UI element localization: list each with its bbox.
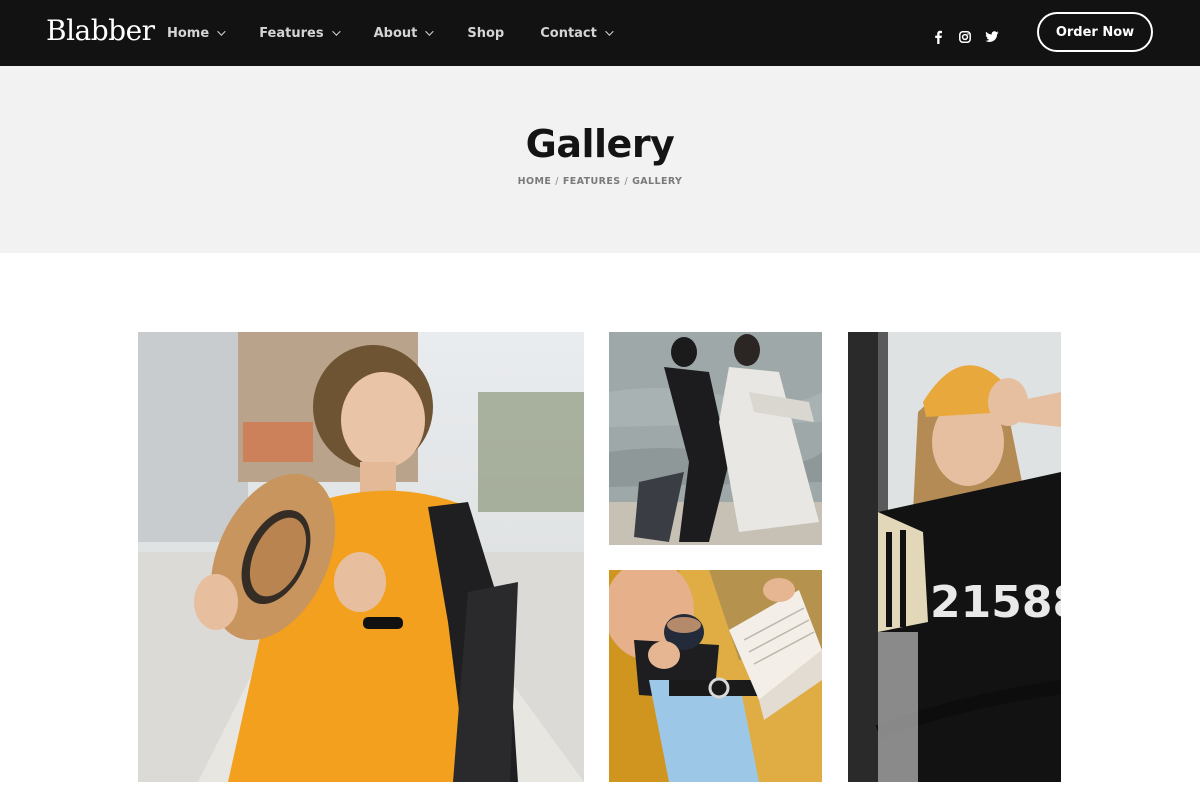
gallery-photo-reading-with-coffee[interactable] [609, 570, 822, 782]
gallery-photo-two-women-beach[interactable] [609, 332, 822, 545]
main-nav: Home Features About Shop Contact [167, 0, 647, 66]
nav-item-features[interactable]: Features [259, 25, 341, 41]
breadcrumb-current: GALLERY [632, 176, 683, 187]
chevron-down-icon [217, 27, 226, 36]
nav-item-label: Features [259, 25, 324, 41]
breadcrumb-separator: / [555, 176, 559, 187]
nav-item-contact[interactable]: Contact [540, 25, 614, 41]
nav-item-label: Shop [467, 25, 505, 41]
instagram-icon[interactable] [956, 28, 974, 46]
nav-item-label: Home [167, 25, 210, 41]
breadcrumb-separator: / [624, 176, 629, 187]
nav-item-about[interactable]: About [373, 25, 435, 41]
breadcrumb-home-link[interactable]: HOME [518, 176, 552, 187]
page-title-section: Gallery HOME / FEATURES / GALLERY [0, 66, 1200, 253]
top-navigation-bar: Blabber Home Features About Shop Contact… [0, 0, 1200, 66]
nav-item-label: About [373, 25, 418, 41]
chevron-down-icon [425, 27, 435, 36]
order-now-button[interactable]: Order Now [1037, 12, 1153, 52]
facebook-icon[interactable] [929, 28, 947, 46]
gallery-photo-woman-with-beanie[interactable]: 215881 [848, 332, 1061, 782]
nav-item-home[interactable]: Home [167, 25, 226, 41]
svg-text:215881: 215881 [930, 577, 1061, 628]
breadcrumb: HOME / FEATURES / GALLERY [0, 176, 1200, 187]
page-title: Gallery [525, 122, 675, 166]
nav-item-label: Contact [540, 25, 597, 41]
site-logo[interactable]: Blabber [46, 14, 155, 48]
gallery-photo-woman-with-hat[interactable] [138, 332, 584, 782]
chevron-down-icon [331, 27, 341, 36]
breadcrumb-features-link[interactable]: FEATURES [563, 176, 621, 187]
chevron-down-icon [605, 27, 614, 36]
nav-item-shop[interactable]: Shop [467, 26, 504, 41]
twitter-icon[interactable] [983, 28, 1001, 46]
